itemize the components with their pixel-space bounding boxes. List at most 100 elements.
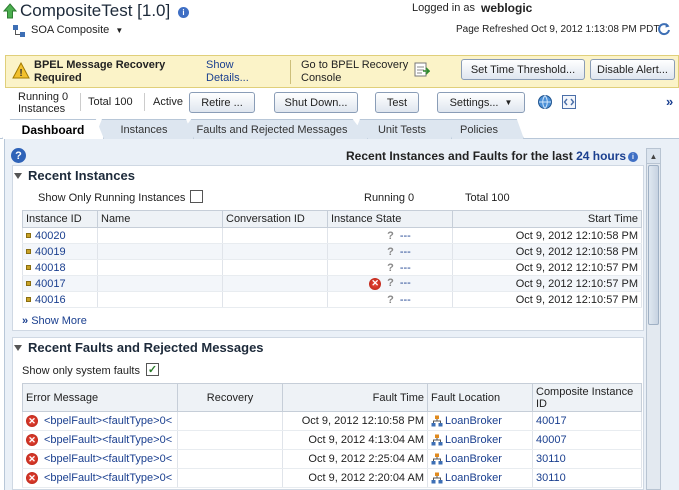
instance-id-link[interactable]: 40018 [35, 262, 66, 274]
composite-instance-cell[interactable]: 30110 [532, 449, 642, 469]
help-icon[interactable]: ? [11, 148, 26, 163]
instance-id-link[interactable]: 40019 [35, 246, 66, 258]
show-system-faults-checkbox[interactable]: ✓ [146, 363, 159, 376]
fault-location-cell[interactable]: LoanBroker [427, 430, 533, 450]
conversation-id-cell [222, 275, 328, 292]
composite-instance-cell[interactable]: 30110 [532, 468, 642, 488]
info-icon[interactable]: i [628, 152, 638, 162]
name-cell [97, 227, 223, 244]
table-row[interactable]: 40017 ✕? --- Oct 9, 2012 12:10:57 PM [22, 275, 642, 292]
composite-instance-link[interactable]: 40007 [536, 434, 567, 446]
error-message-cell[interactable]: ✕ <bpelFault><faultType>0< [22, 411, 178, 431]
composite-instance-link[interactable]: 30110 [536, 472, 566, 484]
error-message-link[interactable]: <bpelFault><faultType>0< [44, 472, 172, 484]
collapse-triangle-icon[interactable] [14, 344, 22, 351]
col-composite-instance-id[interactable]: Composite Instance ID [532, 383, 642, 412]
error-message-cell[interactable]: ✕ <bpelFault><faultType>0< [22, 430, 178, 450]
composite-instance-link[interactable]: 40017 [536, 415, 567, 427]
state-link[interactable]: --- [400, 277, 411, 289]
composite-instance-link[interactable]: 30110 [536, 453, 566, 465]
goto-console-link[interactable]: Go to BPEL Recovery Console [301, 59, 411, 85]
set-threshold-button[interactable]: Set Time Threshold... [461, 59, 585, 80]
col-instance-state[interactable]: Instance State [327, 210, 453, 228]
faults-table: Error Message Recovery Fault Time Fault … [22, 383, 642, 488]
fault-location-link[interactable]: LoanBroker [445, 453, 502, 465]
tab-faults[interactable]: Faults and Rejected Messages [176, 119, 368, 139]
error-message-cell[interactable]: ✕ <bpelFault><faultType>0< [22, 468, 178, 488]
instance-id-link[interactable]: 40017 [35, 278, 66, 290]
state-link[interactable]: --- [400, 246, 411, 258]
scroll-up-arrow-icon[interactable]: ▲ [647, 149, 660, 164]
table-row[interactable]: 40016? --- Oct 9, 2012 12:10:57 PM [22, 291, 642, 308]
col-name[interactable]: Name [97, 210, 223, 228]
state-link[interactable]: --- [400, 294, 411, 306]
globe-icon[interactable] [537, 94, 553, 110]
col-conversation-id[interactable]: Conversation ID [222, 210, 328, 228]
error-icon: ✕ [369, 277, 382, 290]
test-button[interactable]: Test [375, 92, 419, 113]
recent-faults-header[interactable]: Recent Faults and Rejected Messages [14, 340, 264, 355]
up-arrow-icon[interactable] [2, 3, 18, 19]
error-message-cell[interactable]: ✕ <bpelFault><faultType>0< [22, 449, 178, 469]
fault-location-link[interactable]: LoanBroker [445, 472, 502, 484]
fault-location-cell[interactable]: LoanBroker [427, 468, 533, 488]
instance-id-cell[interactable]: 40018 [22, 259, 98, 276]
chevron-down-icon: ▼ [504, 98, 513, 107]
refresh-icon[interactable] [657, 22, 671, 36]
col-recovery[interactable]: Recovery [177, 383, 283, 412]
table-row[interactable]: 40020? --- Oct 9, 2012 12:10:58 PM [22, 227, 642, 244]
period-link[interactable]: 24 hours [576, 149, 626, 163]
scrollbar[interactable]: ▲ [646, 148, 661, 490]
instance-icon [26, 233, 31, 239]
overflow-chevron-icon[interactable]: » [666, 94, 673, 109]
instance-id-link[interactable]: 40016 [35, 294, 66, 306]
fault-location-cell[interactable]: LoanBroker [427, 449, 533, 469]
settings-button[interactable]: Settings... ▼ [437, 92, 525, 113]
recent-instances-header[interactable]: Recent Instances [14, 168, 135, 183]
table-row[interactable]: 40018? --- Oct 9, 2012 12:10:57 PM [22, 259, 642, 276]
instance-id-cell[interactable]: 40020 [22, 227, 98, 244]
console-icon[interactable] [414, 62, 431, 78]
error-message-link[interactable]: <bpelFault><faultType>0< [44, 453, 172, 465]
xml-icon[interactable] [561, 94, 577, 110]
col-fault-time[interactable]: Fault Time [282, 383, 428, 412]
fault-location-link[interactable]: LoanBroker [445, 434, 502, 446]
composite-instance-cell[interactable]: 40007 [532, 430, 642, 450]
show-details-link[interactable]: Show Details... [206, 59, 266, 85]
table-row[interactable]: ✕ <bpelFault><faultType>0< Oct 9, 2012 12:… [22, 411, 642, 431]
tab-unit-tests[interactable]: Unit Tests [352, 119, 452, 139]
table-row[interactable]: 40019? --- Oct 9, 2012 12:10:58 PM [22, 243, 642, 260]
running-label: Running 0 Instances [18, 91, 69, 115]
name-cell [97, 243, 223, 260]
shutdown-button[interactable]: Shut Down... [274, 92, 358, 113]
state-link[interactable]: --- [400, 262, 411, 274]
tab-instances[interactable]: Instances [94, 119, 194, 139]
col-fault-location[interactable]: Fault Location [427, 383, 533, 412]
error-message-link[interactable]: <bpelFault><faultType>0< [44, 434, 172, 446]
show-more-link[interactable]: » Show More [22, 315, 87, 327]
tab-dashboard[interactable]: Dashboard [2, 119, 104, 139]
composite-type-menu[interactable]: SOA Composite ▼ [31, 24, 123, 36]
state-link[interactable]: --- [400, 230, 411, 242]
instance-id-cell[interactable]: 40016 [22, 291, 98, 308]
show-running-checkbox[interactable] [190, 190, 203, 203]
instance-id-cell[interactable]: 40017 [22, 275, 98, 292]
col-instance-id[interactable]: Instance ID [22, 210, 98, 228]
collapse-triangle-icon[interactable] [14, 172, 22, 179]
warning-icon: ! [12, 61, 30, 80]
col-error-message[interactable]: Error Message [22, 383, 178, 412]
table-row[interactable]: ✕ <bpelFault><faultType>0< Oct 9, 2012 2:2… [22, 468, 642, 488]
instance-id-link[interactable]: 40020 [35, 230, 66, 242]
info-icon[interactable]: i [178, 7, 189, 18]
fault-location-cell[interactable]: LoanBroker [427, 411, 533, 431]
table-row[interactable]: ✕ <bpelFault><faultType>0< Oct 9, 2012 2:2… [22, 449, 642, 469]
instance-id-cell[interactable]: 40019 [22, 243, 98, 260]
composite-instance-cell[interactable]: 40017 [532, 411, 642, 431]
col-start-time[interactable]: Start Time [452, 210, 642, 228]
retire-button[interactable]: Retire ... [189, 92, 255, 113]
error-message-link[interactable]: <bpelFault><faultType>0< [44, 415, 172, 427]
disable-alert-button[interactable]: Disable Alert... [590, 59, 675, 80]
fault-location-link[interactable]: LoanBroker [445, 415, 502, 427]
scroll-thumb[interactable] [648, 165, 659, 325]
table-row[interactable]: ✕ <bpelFault><faultType>0< Oct 9, 2012 4:1… [22, 430, 642, 450]
